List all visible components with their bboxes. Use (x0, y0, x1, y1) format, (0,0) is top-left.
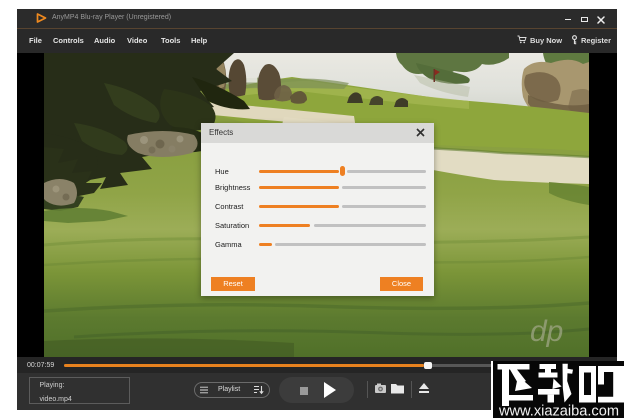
svg-text:www.xiazaiba.com: www.xiazaiba.com (498, 404, 619, 418)
svg-text:dp: dp (530, 315, 563, 348)
